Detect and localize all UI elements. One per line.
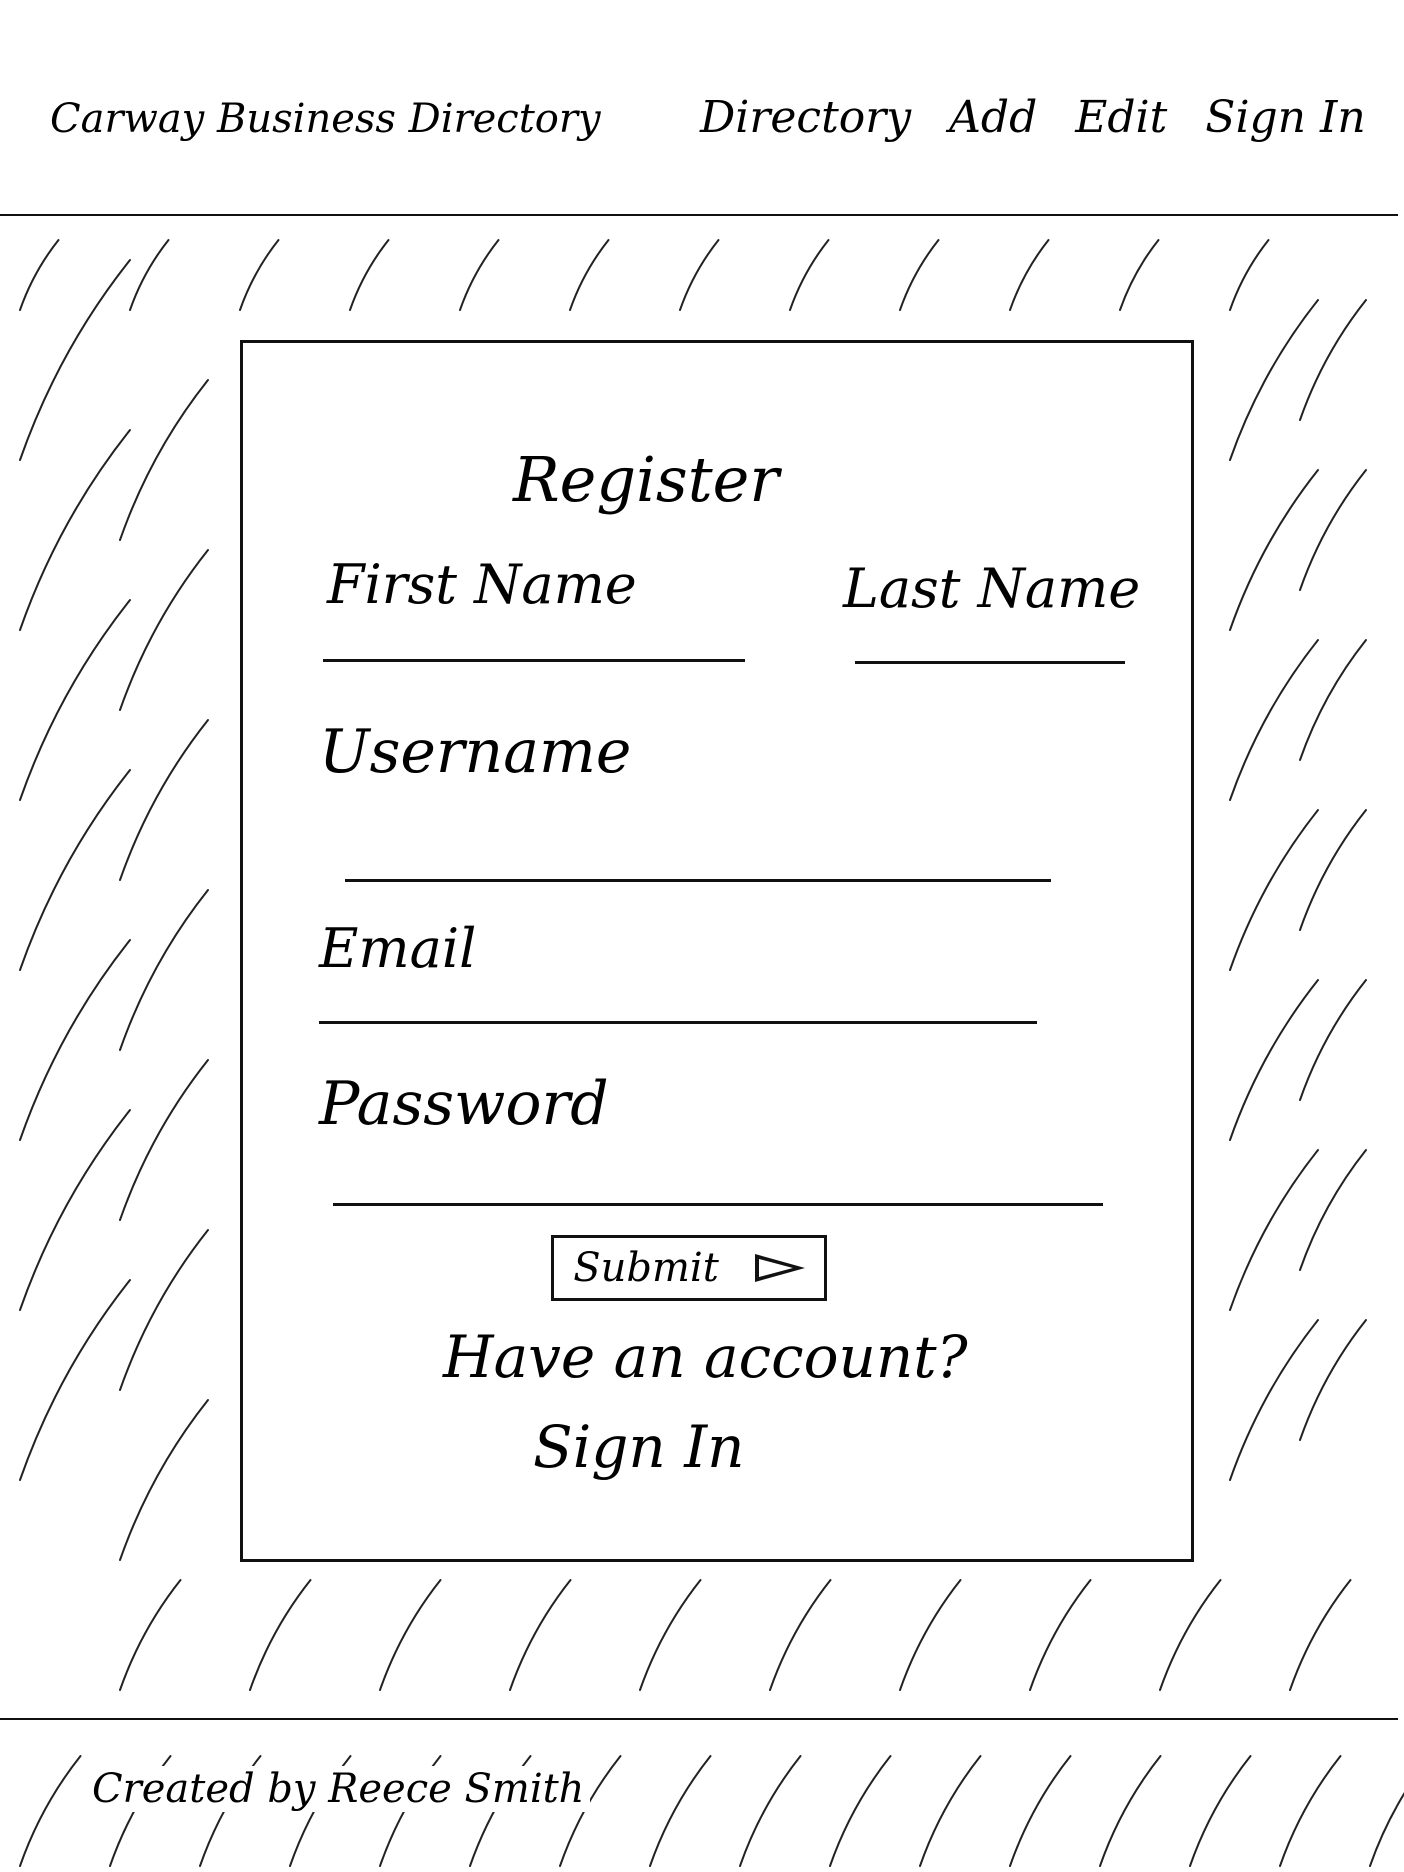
hatch-stroke [119,549,209,711]
hatch-stroke [19,239,60,311]
hatch-stroke [1299,1319,1367,1441]
hatch-stroke [1299,809,1367,931]
hatch-stroke [1189,1755,1252,1867]
hatch-stroke [1229,1319,1319,1481]
hatch-stroke [1299,979,1367,1101]
last-name-label: Last Name [843,557,1141,620]
nav-add[interactable]: Add [949,92,1037,143]
hatch-stroke [129,239,170,311]
hatch-stroke [19,429,131,631]
hatch-stroke [1229,809,1319,971]
hatch-stroke [119,719,209,881]
hatch-stroke [19,1109,131,1311]
footer-credit: Created by Reece Smith [86,1766,591,1812]
hatch-stroke [119,1399,209,1561]
nav-directory[interactable]: Directory [700,92,911,143]
hatch-stroke [1299,469,1367,591]
hatch-stroke [1009,239,1050,311]
hatch-stroke [19,1279,131,1481]
hatch-stroke [1229,1149,1319,1311]
hatch-stroke [1229,469,1319,631]
register-card: Register First Name Last Name Username E… [240,340,1194,1562]
hatch-stroke [1099,1755,1162,1867]
hatch-stroke [119,379,209,541]
hatch-stroke [1299,639,1367,761]
hatch-stroke [639,1579,702,1691]
first-name-label: First Name [327,553,637,616]
email-label: Email [319,917,477,980]
hatch-stroke [19,769,131,971]
hatch-stroke [829,1755,892,1867]
hatch-stroke [569,239,610,311]
submit-button[interactable]: Submit [551,1235,827,1301]
hatch-stroke [119,1579,182,1691]
top-nav: Directory Add Edit Sign In [700,92,1366,143]
hatch-stroke [1229,979,1319,1141]
hatch-stroke [1009,1755,1072,1867]
email-field[interactable] [319,1021,1037,1024]
page-title: Register [513,443,779,516]
app-title: Carway Business Directory [50,96,601,142]
header-divider [0,214,1398,216]
hatch-stroke [509,1579,572,1691]
hatch-stroke [899,1579,962,1691]
hatch-stroke [649,1755,712,1867]
have-account-text: Have an account? [443,1323,968,1391]
hatch-stroke [119,1059,209,1221]
hatch-stroke [459,239,500,311]
hatch-stroke [1229,239,1270,311]
nav-edit[interactable]: Edit [1075,92,1167,143]
hatch-stroke [119,1229,209,1391]
hatch-stroke [19,259,131,461]
hatch-stroke [1159,1579,1222,1691]
last-name-field[interactable] [855,661,1125,664]
hatch-stroke [899,239,940,311]
hatch-stroke [1279,1755,1342,1867]
footer-divider [0,1718,1398,1720]
hatch-stroke [1369,1792,1404,1867]
hatch-stroke [19,939,131,1141]
hatch-stroke [19,1755,82,1867]
hatch-stroke [379,1579,442,1691]
hatch-stroke [1029,1579,1092,1691]
password-label: Password [319,1069,609,1139]
hatch-stroke [1229,299,1319,461]
hatch-stroke [1119,239,1160,311]
hatch-stroke [119,889,209,1051]
hatch-stroke [769,1579,832,1691]
hatch-stroke [1289,1579,1352,1691]
hatch-stroke [789,239,830,311]
submit-label: Submit [573,1245,719,1291]
hatch-stroke [19,599,131,801]
password-field[interactable] [333,1203,1103,1206]
nav-sign-in[interactable]: Sign In [1205,92,1365,143]
first-name-field[interactable] [323,659,745,662]
hatch-stroke [1299,299,1367,421]
sign-in-link[interactable]: Sign In [533,1413,744,1481]
hatch-stroke [349,239,390,311]
hatch-stroke [239,239,280,311]
hatch-stroke [739,1755,802,1867]
hatch-stroke [919,1755,982,1867]
play-icon [754,1254,805,1282]
hatch-stroke [1229,639,1319,801]
hatch-stroke [1299,1149,1367,1271]
username-label: Username [319,717,632,787]
hatch-stroke [249,1579,312,1691]
hatch-stroke [679,239,720,311]
username-field[interactable] [345,879,1051,882]
